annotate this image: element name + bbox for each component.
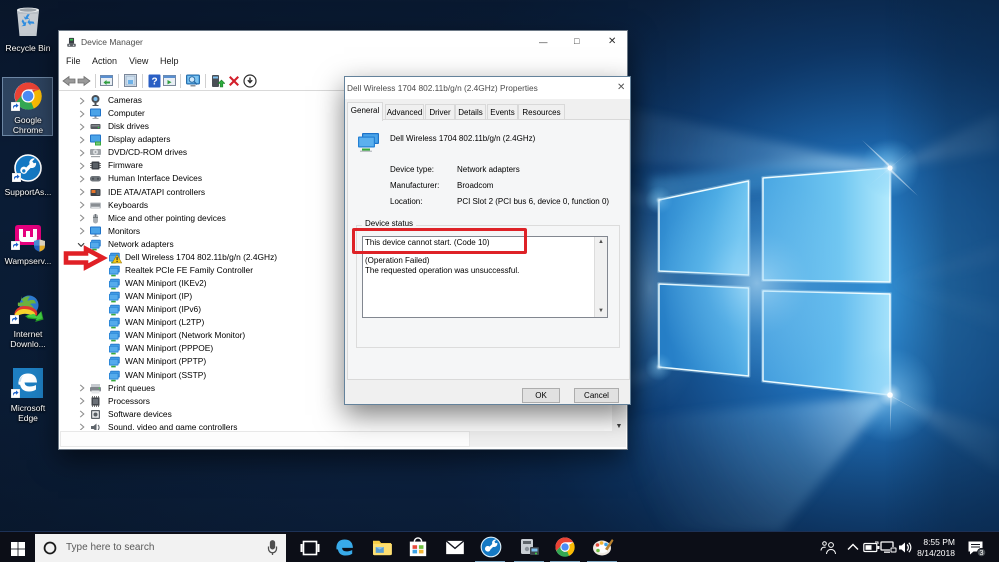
svg-text:?: ? [151,77,157,88]
svg-text:3: 3 [979,548,983,557]
